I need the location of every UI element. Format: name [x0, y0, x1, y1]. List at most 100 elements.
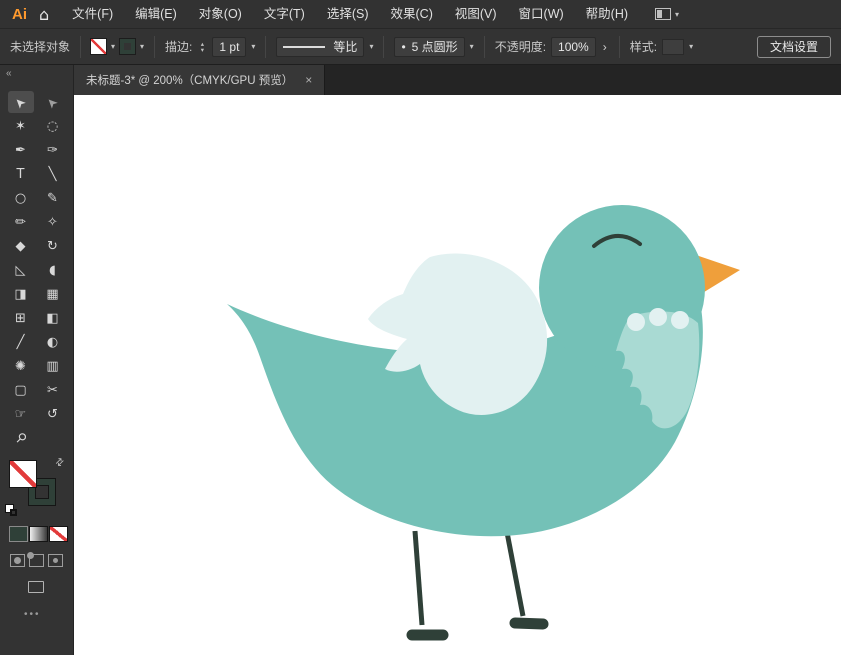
shape-builder-tool[interactable]: ◨: [8, 283, 34, 305]
artboard[interactable]: [74, 95, 841, 655]
rotate-tool[interactable]: ↻: [40, 235, 66, 257]
stroke-weight-field[interactable]: 1 pt: [212, 36, 247, 57]
slice-tool[interactable]: ✂: [40, 379, 66, 401]
collapse-panel-icon[interactable]: «: [6, 68, 12, 79]
menu-object[interactable]: 对象(O): [188, 0, 253, 28]
zoom-tool[interactable]: ⚲: [8, 427, 34, 449]
line-segment-tool[interactable]: ╲: [40, 163, 66, 185]
pen-tool[interactable]: ✒: [8, 139, 34, 161]
symbol-sprayer-tool-icon: ✺: [15, 358, 26, 374]
selection-tool[interactable]: ➤: [7, 91, 34, 113]
edit-toolbar-button[interactable]: •••: [24, 609, 73, 620]
perspective-grid-tool-icon: ▦: [46, 286, 59, 302]
eyedropper-tool-icon: ╱: [16, 334, 25, 350]
symbol-sprayer-tool[interactable]: ✺: [8, 355, 34, 377]
opacity-field[interactable]: 100%: [551, 36, 596, 57]
color-button[interactable]: [9, 526, 28, 542]
scale-tool[interactable]: ◺: [8, 259, 34, 281]
direct-selection-tool[interactable]: ➤: [40, 91, 66, 113]
bird-chest-scallop[interactable]: [649, 308, 667, 326]
eraser-tool[interactable]: ◆: [8, 235, 34, 257]
style-chevron-icon[interactable]: ▾: [689, 42, 693, 51]
perspective-grid-tool[interactable]: ▦: [40, 283, 66, 305]
opacity-expand-icon[interactable]: ›: [601, 40, 609, 54]
fill-chevron-icon[interactable]: ▾: [111, 42, 115, 51]
menu-file[interactable]: 文件(F): [61, 0, 124, 28]
menu-help[interactable]: 帮助(H): [575, 0, 639, 28]
shaper-tool[interactable]: ✧: [40, 211, 66, 233]
eraser-tool-icon: ◆: [15, 238, 26, 254]
magic-wand-tool[interactable]: ✶: [8, 115, 34, 137]
close-tab-icon[interactable]: ×: [305, 73, 312, 87]
width-tool[interactable]: ◖: [40, 259, 66, 281]
workspace-icon: [655, 8, 672, 20]
canvas[interactable]: [74, 95, 841, 655]
draw-inside-mode-button[interactable]: [48, 554, 63, 567]
paint-buttons: [9, 526, 73, 542]
draw-normal-mode-button[interactable]: [10, 554, 25, 567]
eyedropper-tool[interactable]: ╱: [8, 331, 34, 353]
gradient-button[interactable]: [30, 527, 47, 541]
menu-window[interactable]: 窗口(W): [508, 0, 575, 28]
stroke-weight-stepper[interactable]: ▴ ▾: [197, 40, 207, 53]
separator: [265, 35, 267, 58]
ellipse-tool[interactable]: ○: [8, 187, 34, 209]
stroke-chevron-icon[interactable]: ▾: [140, 42, 144, 51]
bird-foot-right[interactable]: [509, 617, 549, 630]
none-button[interactable]: [50, 527, 67, 541]
bird-artwork[interactable]: [227, 205, 740, 641]
bird-chest-scallop[interactable]: [627, 313, 645, 331]
stepper-down-icon[interactable]: ▾: [201, 46, 204, 53]
type-tool[interactable]: T: [8, 163, 34, 185]
paintbrush-tool[interactable]: ✎: [40, 187, 66, 209]
artboard-tool-icon: ▢: [14, 382, 27, 398]
change-screen-mode-button[interactable]: [28, 581, 44, 593]
document-tab[interactable]: 未标题-3* @ 200%（CMYK/GPU 预览） ×: [74, 65, 326, 95]
rotate-view-tool[interactable]: ↺: [40, 403, 66, 425]
brush-dropdown[interactable]: • 5 点圆形: [394, 36, 465, 57]
menu-effect[interactable]: 效果(C): [380, 0, 444, 28]
zoom-tool-icon: ⚲: [11, 429, 30, 447]
type-tool-icon: T: [16, 166, 25, 182]
mesh-tool[interactable]: ⊞: [8, 307, 34, 329]
artboard-tool[interactable]: ▢: [8, 379, 34, 401]
stroke-weight-chevron-icon[interactable]: ▾: [251, 42, 255, 51]
curvature-tool[interactable]: ✑: [40, 139, 66, 161]
drawing-modes: [10, 552, 73, 567]
bird-leg-right[interactable]: [503, 526, 526, 617]
menu-edit[interactable]: 编辑(E): [124, 0, 188, 28]
stroke-color-swatch[interactable]: [120, 39, 136, 54]
menu-select[interactable]: 选择(S): [316, 0, 380, 28]
default-fill-stroke-icon[interactable]: [6, 505, 18, 517]
menu-type[interactable]: 文字(T): [253, 0, 316, 28]
hand-tool[interactable]: ☞: [8, 403, 34, 425]
blend-tool-icon: ◐: [46, 334, 59, 350]
column-graph-tool[interactable]: ▥: [40, 355, 66, 377]
bird-leg-left[interactable]: [412, 530, 425, 626]
blend-tool[interactable]: ◐: [40, 331, 66, 353]
lasso-tool[interactable]: ◌: [40, 115, 66, 137]
pencil-tool[interactable]: ✏: [8, 211, 34, 233]
menu-view[interactable]: 视图(V): [444, 0, 508, 28]
width-profile-dropdown[interactable]: 等比: [276, 36, 365, 57]
selection-tool-icon: ➤: [11, 92, 30, 112]
work-area: 未标题-3* @ 200%（CMYK/GPU 预览） ×: [74, 65, 841, 655]
fill-color-swatch[interactable]: [91, 39, 107, 54]
app-logo[interactable]: Ai: [8, 6, 33, 23]
bird-chest-scallop[interactable]: [671, 311, 689, 329]
brush-chevron-icon[interactable]: ▾: [470, 42, 474, 51]
swap-fill-stroke-icon[interactable]: ⇄: [53, 456, 67, 470]
width-profile-chevron-icon[interactable]: ▾: [369, 42, 373, 51]
menu-items: 文件(F) 编辑(E) 对象(O) 文字(T) 选择(S) 效果(C) 视图(V) 窗口(W)…: [61, 0, 639, 28]
workspace-switcher[interactable]: ▾: [655, 8, 679, 20]
style-swatch[interactable]: [662, 38, 685, 55]
home-icon[interactable]: ⌂: [33, 5, 61, 24]
shaper-tool-icon: ✧: [47, 214, 58, 230]
draw-behind-mode-button[interactable]: [27, 552, 44, 567]
fill-swatch[interactable]: [10, 461, 36, 487]
main-area: « ➤ ➤ ✶ ◌ ✒ ✑ T ╲ ○ ✎ ✏ ✧ ◆ ↻ ◺ ◖ ◨ ▦ ⊞ ◧ ╱ ◐ ✺ ▥ ▢ ✂ ☞ ↺ ⚲ ⇄: [0, 65, 841, 655]
gradient-tool[interactable]: ◧: [40, 307, 66, 329]
magic-wand-tool-icon: ✶: [15, 118, 26, 134]
document-setup-button[interactable]: 文档设置: [756, 35, 831, 58]
brush-preview-dot: •: [401, 39, 406, 54]
